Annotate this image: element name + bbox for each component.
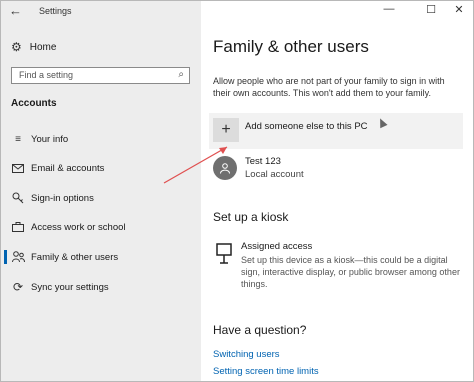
settings-window: ⚙ Home Find a setting ⌕ Accounts ≡ Your … (0, 0, 474, 382)
annotation-arrow (163, 146, 228, 184)
